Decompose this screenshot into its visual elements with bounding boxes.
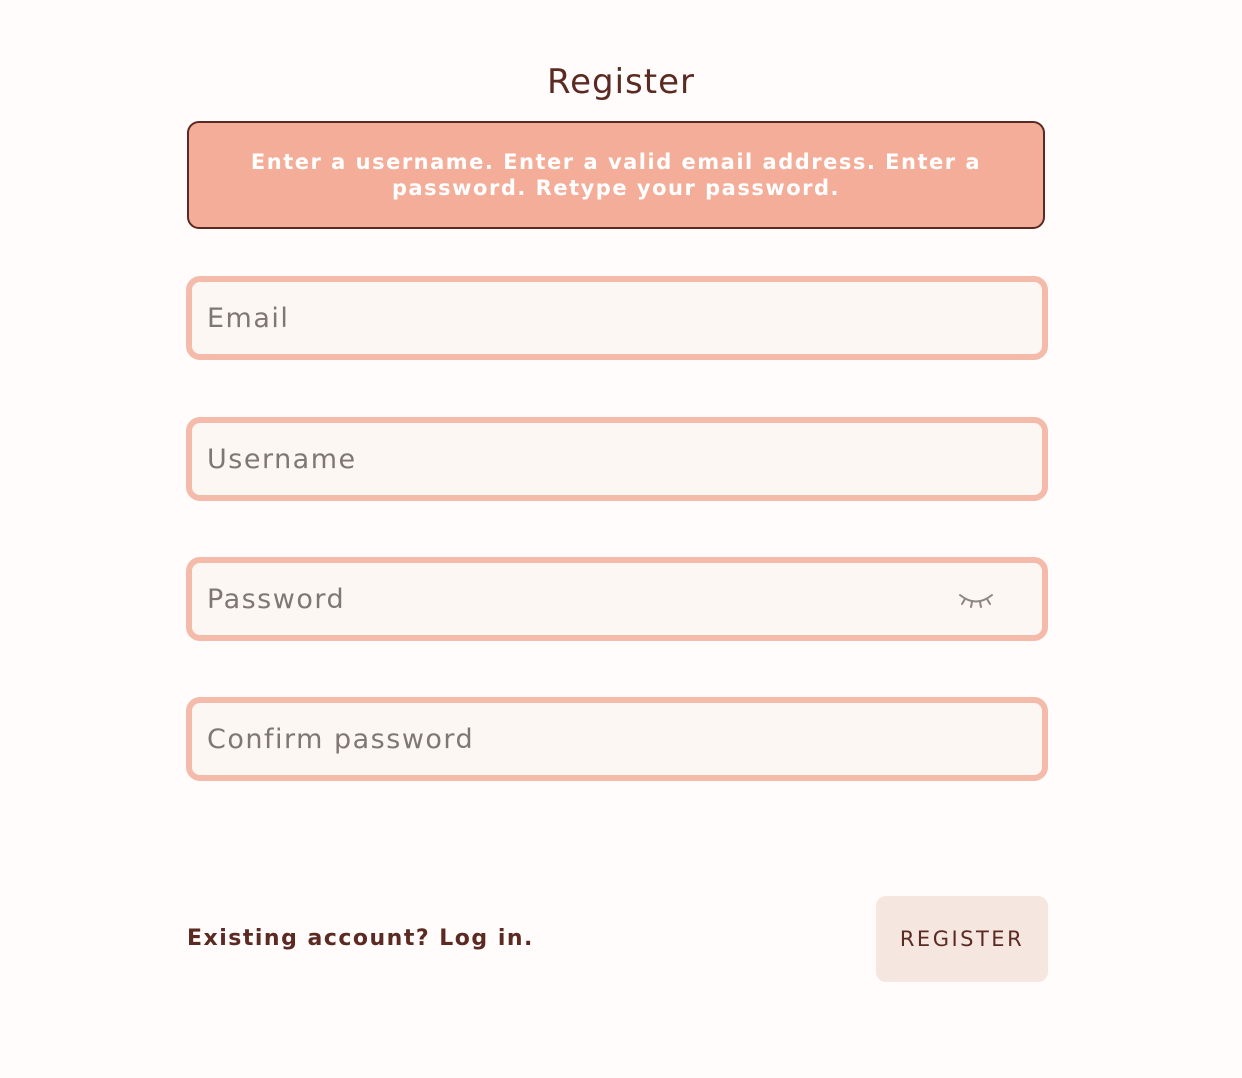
confirm-password-input[interactable] [192,709,907,769]
error-alert: Enter a username. Enter a valid email ad… [187,121,1045,229]
username-input[interactable] [192,429,907,489]
password-field [186,557,1048,641]
email-input[interactable] [192,288,907,348]
eye-closed-icon[interactable] [956,584,996,614]
password-input[interactable] [192,569,907,629]
email-field [186,276,1048,360]
register-button[interactable]: REGISTER [876,896,1048,982]
error-message: Enter a username. Enter a valid email ad… [250,150,982,200]
page-title: Register [547,62,695,102]
username-field [186,417,1048,501]
login-link[interactable]: Existing account? Log in. [187,926,534,951]
confirm-password-field [186,697,1048,781]
